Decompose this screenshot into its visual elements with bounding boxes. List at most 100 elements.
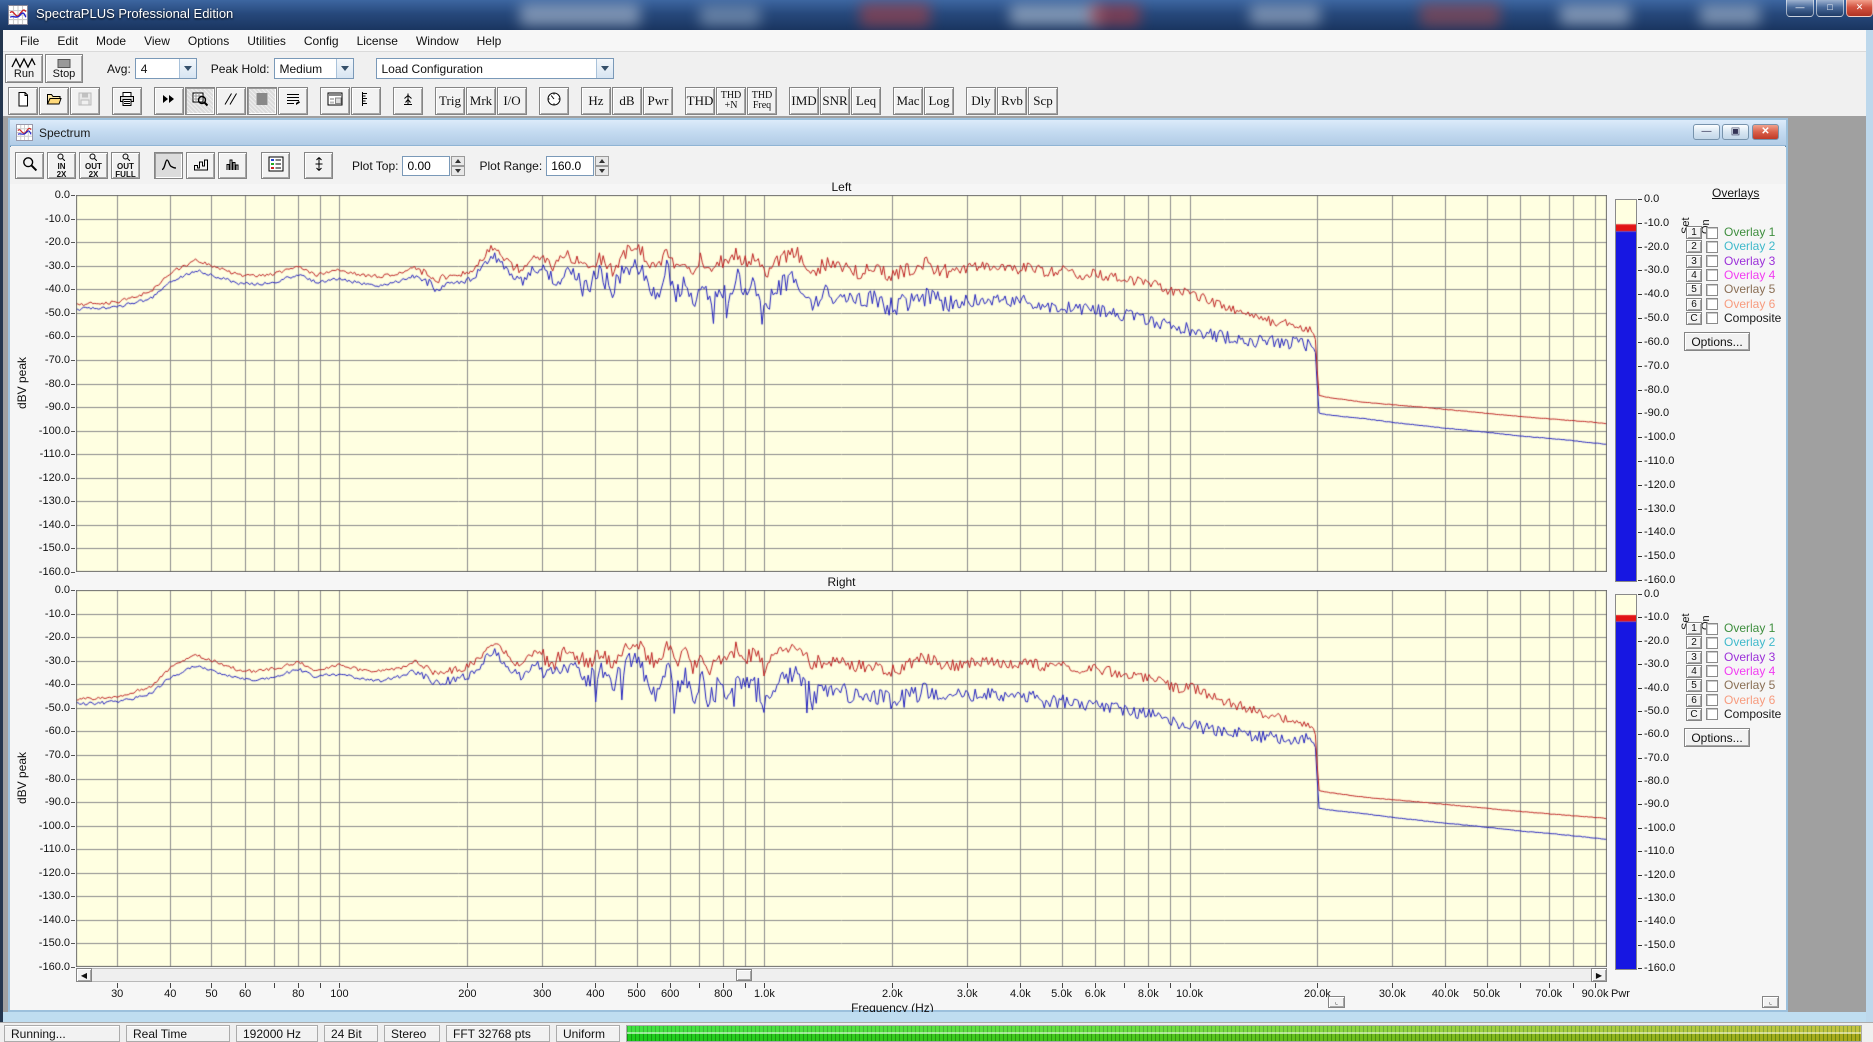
zoom-out-2x-button[interactable]: OUT 2X	[79, 152, 108, 179]
delay-button[interactable]: Dly	[966, 86, 996, 115]
overlay-set-button-6[interactable]: 6	[1686, 297, 1702, 311]
overlay-on-checkbox-4[interactable]	[1706, 269, 1718, 282]
overlay-set-button-5[interactable]: 5	[1686, 679, 1702, 693]
overlay-on-checkbox-3[interactable]	[1706, 651, 1718, 664]
overlay-set-button-4[interactable]: 4	[1686, 664, 1702, 678]
log-button[interactable]: Log	[924, 86, 954, 115]
zoom-in-2x-button[interactable]: IN 2X	[47, 152, 76, 179]
overlay-set-button-c[interactable]: C	[1686, 311, 1702, 325]
thd-n-button[interactable]: THD +N	[716, 86, 746, 115]
overlay-on-checkbox-5[interactable]	[1706, 283, 1718, 296]
plot-top-spin-down[interactable]	[451, 165, 466, 176]
scrollbar-right-arrow[interactable]: ▶	[1591, 968, 1607, 982]
horizontal-scrollbar[interactable]	[76, 968, 1607, 982]
plot-options-button[interactable]	[261, 152, 290, 179]
load-configuration-dropdown-button[interactable]	[595, 59, 613, 78]
thd-button[interactable]: THD	[685, 86, 715, 115]
spectrum-title-bar[interactable]: Spectrum — ▣ ✕	[10, 120, 1786, 146]
overlay-on-checkbox-2[interactable]	[1706, 636, 1718, 649]
peak-hold-select[interactable]: Medium	[273, 58, 354, 79]
scale-button[interactable]	[351, 86, 381, 115]
pane-splitter-box-right[interactable]: ⌞	[1762, 996, 1779, 1008]
avg-select[interactable]: 4	[134, 58, 197, 79]
overlay-set-button-3[interactable]: 3	[1686, 650, 1702, 664]
menu-license[interactable]: License	[348, 32, 407, 50]
overlay-on-checkbox-5[interactable]	[1706, 679, 1718, 692]
overlays-options-button[interactable]: Options...	[1684, 728, 1750, 748]
spectrogram-display-button[interactable]	[247, 86, 277, 115]
menu-mode[interactable]: Mode	[87, 32, 135, 50]
trigger-button[interactable]: Trig	[435, 86, 465, 115]
overlay-on-checkbox-6[interactable]	[1706, 298, 1718, 310]
menu-help[interactable]: Help	[468, 32, 511, 50]
overlay-set-button-1[interactable]: 1	[1686, 226, 1702, 239]
bar-plot-button[interactable]	[186, 152, 215, 179]
slope-display-button[interactable]	[216, 86, 246, 115]
spectrum-plot-left[interactable]	[76, 195, 1607, 572]
stop-button[interactable]: Stop	[45, 54, 83, 83]
overlay-on-checkbox-6[interactable]	[1706, 694, 1718, 706]
scrollbar-thumb[interactable]	[736, 969, 752, 981]
overlay-set-button-1[interactable]: 1	[1686, 622, 1702, 635]
overlay-on-checkbox-3[interactable]	[1706, 255, 1718, 268]
overlay-on-checkbox-c[interactable]	[1706, 312, 1718, 325]
spectrum-close-button[interactable]: ✕	[1752, 124, 1779, 140]
vertical-scale-button[interactable]	[304, 152, 333, 179]
scrollbar-left-arrow[interactable]: ◀	[76, 968, 92, 982]
overlay-on-checkbox-c[interactable]	[1706, 708, 1718, 721]
spectrum-minimize-button[interactable]: —	[1693, 124, 1720, 140]
plot-range-spin-up[interactable]	[595, 155, 610, 166]
overlay-on-checkbox-1[interactable]	[1706, 226, 1718, 239]
db-button[interactable]: dB	[612, 86, 642, 115]
overlays-options-button[interactable]: Options...	[1684, 332, 1750, 352]
pane-splitter-box[interactable]: ⌞	[1328, 996, 1345, 1008]
snr-button[interactable]: SNR	[820, 86, 850, 115]
notes-display-button[interactable]	[278, 86, 308, 115]
spectrum-restore-button[interactable]: ▣	[1722, 124, 1749, 140]
menu-config[interactable]: Config	[295, 32, 348, 50]
display-layout-button[interactable]	[320, 86, 350, 115]
window-close-button[interactable]: ✕	[1846, 0, 1873, 17]
avg-dropdown-button[interactable]	[178, 59, 196, 78]
peak-hold-dropdown-button[interactable]	[335, 59, 353, 78]
overlay-set-button-5[interactable]: 5	[1686, 283, 1702, 297]
menu-options[interactable]: Options	[179, 32, 238, 50]
save-button[interactable]	[70, 86, 100, 115]
line-plot-button[interactable]	[154, 152, 183, 179]
overlay-set-button-2[interactable]: 2	[1686, 636, 1702, 650]
spectrum-plot-right[interactable]	[76, 590, 1607, 967]
plot-top-spin-up[interactable]	[451, 155, 466, 166]
reverb-button[interactable]: Rvb	[997, 86, 1027, 115]
thd-freq-button[interactable]: THD Freq	[747, 86, 777, 115]
load-configuration-select[interactable]: Load Configuration	[375, 58, 614, 79]
print-button[interactable]	[112, 86, 142, 115]
overlay-on-checkbox-4[interactable]	[1706, 665, 1718, 678]
overlay-set-button-2[interactable]: 2	[1686, 240, 1702, 254]
plot-range-spin-down[interactable]	[595, 165, 610, 176]
run-button[interactable]: Run	[5, 54, 43, 83]
zoom-display-button[interactable]	[185, 86, 215, 115]
run-post-process-button[interactable]	[154, 86, 184, 115]
menu-file[interactable]: File	[11, 32, 48, 50]
overlay-set-button-c[interactable]: C	[1686, 707, 1702, 721]
histogram-plot-button[interactable]	[218, 152, 247, 179]
scope-button[interactable]: Scp	[1028, 86, 1058, 115]
macro-button[interactable]: Mac	[893, 86, 923, 115]
window-maximize-button[interactable]: □	[1816, 0, 1844, 17]
io-button[interactable]: I/O	[497, 86, 527, 115]
menu-view[interactable]: View	[135, 32, 179, 50]
overlay-on-checkbox-1[interactable]	[1706, 622, 1718, 635]
marker-button[interactable]: Mrk	[466, 86, 496, 115]
menu-edit[interactable]: Edit	[48, 32, 87, 50]
overlay-set-button-6[interactable]: 6	[1686, 693, 1702, 707]
open-file-button[interactable]	[39, 86, 69, 115]
plot-top-input[interactable]	[402, 155, 451, 176]
menu-window[interactable]: Window	[407, 32, 468, 50]
pwr-button[interactable]: Pwr	[643, 86, 673, 115]
imd-button[interactable]: IMD	[789, 86, 819, 115]
zoom-tool-button[interactable]	[15, 152, 44, 179]
overlay-on-checkbox-2[interactable]	[1706, 240, 1718, 253]
overlay-set-button-3[interactable]: 3	[1686, 254, 1702, 268]
signal-generator-button[interactable]	[393, 86, 423, 115]
zoom-out-full-button[interactable]: OUT FULL	[111, 152, 140, 179]
